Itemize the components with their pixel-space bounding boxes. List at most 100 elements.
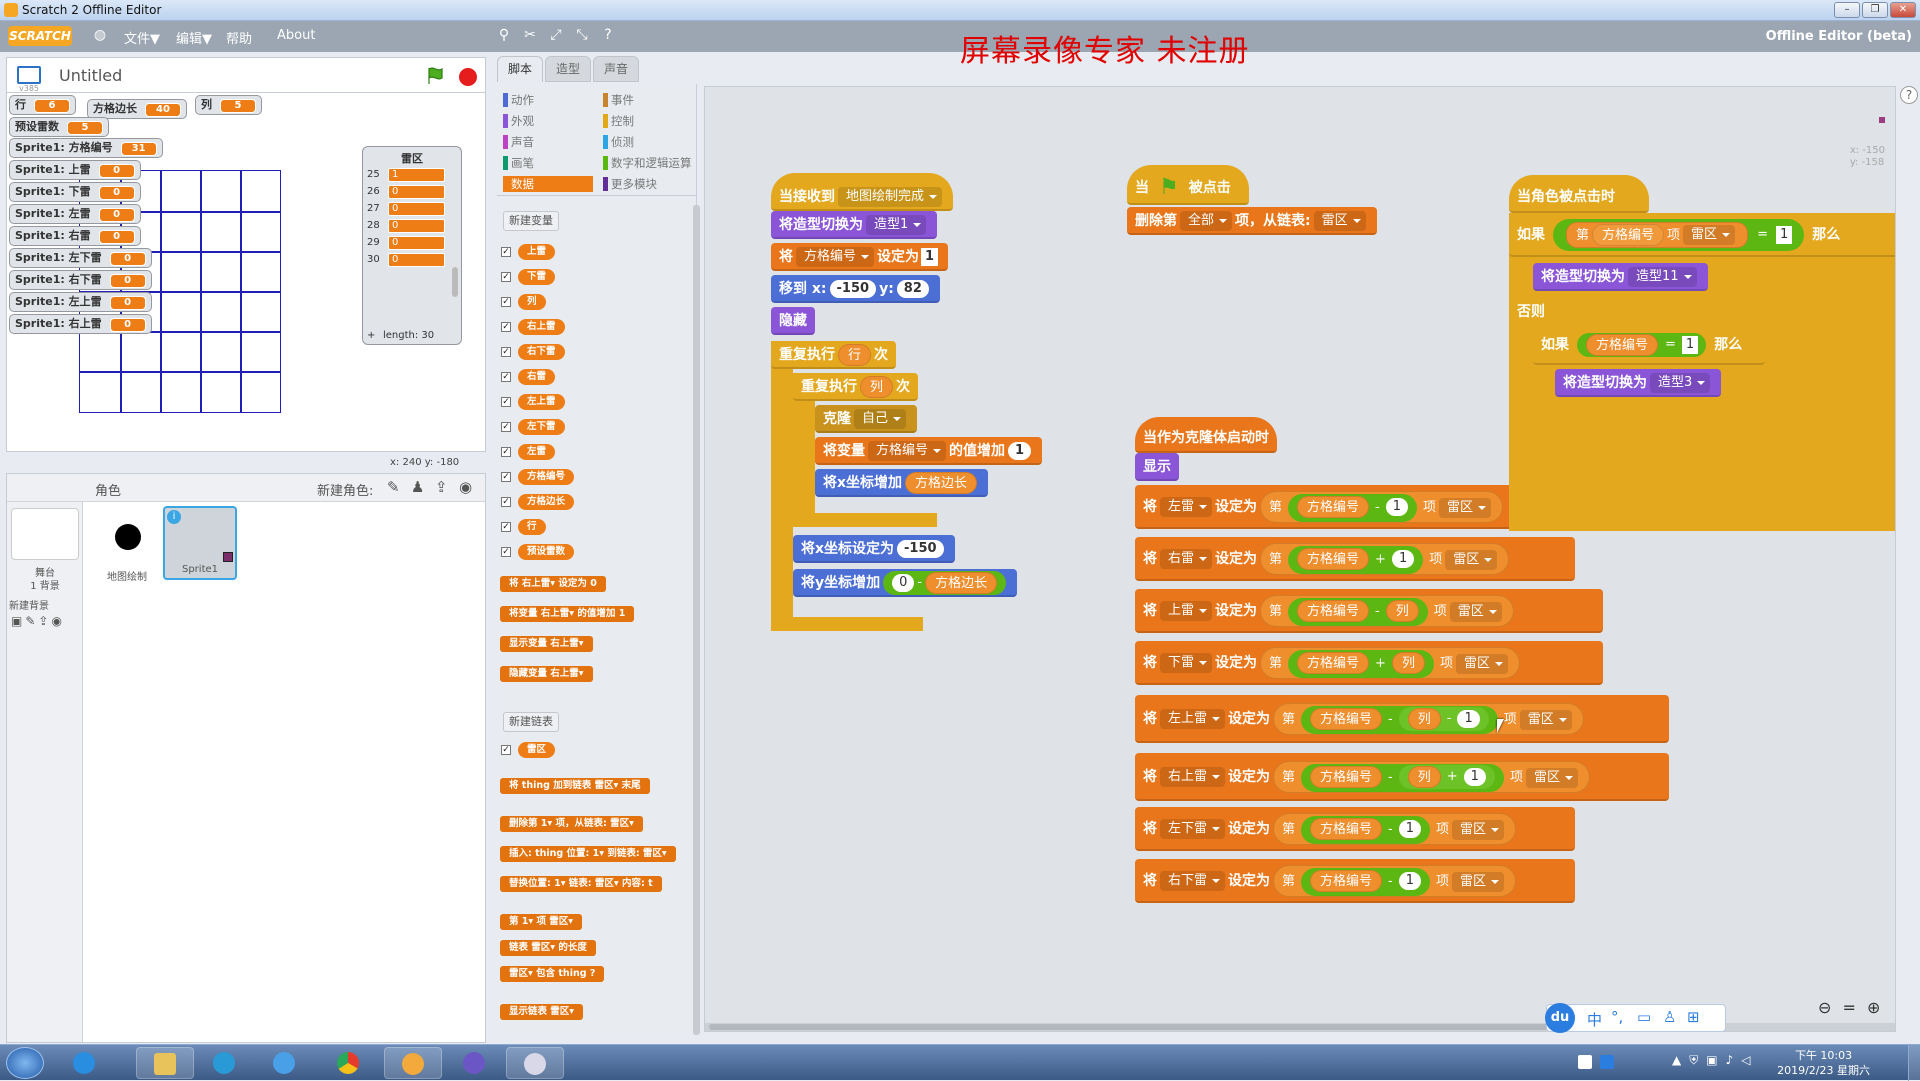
upload-sprite-icon[interactable]: ⇪: [435, 478, 448, 496]
block-input[interactable]: 1: [1008, 442, 1032, 460]
variable-reporter[interactable]: 右下雷: [518, 344, 565, 360]
tab-sounds[interactable]: 声音: [593, 56, 639, 82]
change-variable-block[interactable]: 将变量 方格编号 的值增加 1: [815, 437, 1043, 465]
cell-index-reporter[interactable]: 方格编号: [1297, 652, 1370, 674]
set-x-block[interactable]: 将x坐标设定为 -150: [793, 535, 955, 563]
category-r2[interactable]: 侦测: [603, 134, 634, 150]
tray-status-icons[interactable]: ▲⛨▣♪◁: [1672, 1053, 1758, 1068]
block-input[interactable]: 82: [896, 280, 929, 298]
cell-index-reporter[interactable]: 方格编号: [1310, 708, 1383, 730]
clone-target-dropdown[interactable]: 自己: [854, 409, 907, 429]
scripts-area[interactable]: x: -150 y: -158 当接收到 地图绘制完成 将造型切换为 造型1 将方格编号…: [704, 86, 1896, 1032]
costume-dropdown[interactable]: 造型3: [1650, 373, 1711, 393]
taskbar-clock[interactable]: 下午 10:03 2019/2/23 星期六: [1777, 1048, 1870, 1078]
canvas-h-scrollbar[interactable]: [709, 1024, 1649, 1030]
list-command-block[interactable]: 删除第 1▾ 项，从链表: 雷区▾: [500, 816, 643, 832]
equals-operator[interactable]: 第方格编号项雷区 = 1: [1553, 219, 1805, 251]
list-dropdown[interactable]: 雷区: [1439, 497, 1492, 518]
variable-checkbox[interactable]: ✓: [501, 347, 511, 357]
variable-monitor[interactable]: Sprite1: 右上雷 0: [9, 314, 152, 334]
item-dropdown[interactable]: 全部: [1180, 211, 1233, 231]
number-input[interactable]: 1: [1385, 498, 1409, 516]
green-flag-icon[interactable]: [425, 66, 445, 86]
globe-icon[interactable]: ◍: [92, 27, 108, 43]
duplicate-stamp-icon[interactable]: ⚲: [496, 27, 512, 43]
variable-dropdown[interactable]: 左雷: [1160, 497, 1213, 517]
variable-checkbox[interactable]: ✓: [501, 372, 511, 382]
library-sprite-icon[interactable]: ♟: [411, 478, 424, 496]
variable-monitor[interactable]: Sprite1: 下雷 0: [9, 182, 141, 202]
block-input[interactable]: -150: [829, 280, 877, 298]
palette-scrollbar[interactable]: [693, 205, 700, 1035]
list-command-block[interactable]: 插入: thing 位置: 1▾ 到链表: 雷区▾: [500, 846, 676, 862]
item-of-list-reporter[interactable]: 第方格编号 -1 项雷区: [1260, 491, 1504, 523]
variable-reporter[interactable]: 方格编号: [518, 469, 575, 485]
number-input[interactable]: 1: [1398, 872, 1422, 890]
switch-costume-block-2[interactable]: 将造型切换为 造型3: [1555, 369, 1722, 397]
block-input[interactable]: 0: [892, 573, 915, 592]
when-flag-clicked-hat[interactable]: 当 ⚑ 被点击: [1127, 165, 1249, 205]
list-command-block[interactable]: 链表 雷区▾ 的长度: [500, 940, 596, 956]
variable-monitor[interactable]: 预设雷数 5: [9, 117, 109, 137]
taskbar-paint[interactable]: [506, 1047, 564, 1079]
block-help-icon[interactable]: ?: [600, 27, 616, 43]
math-operator[interactable]: 方格编号 + 列: [1288, 649, 1434, 678]
subtract-operator[interactable]: 0- 方格边长: [883, 571, 1007, 595]
zoom-in-icon[interactable]: ⊕: [1867, 998, 1880, 1017]
variable-checkbox[interactable]: ✓: [501, 397, 511, 407]
category-0[interactable]: 动作: [503, 92, 534, 108]
cell-size-reporter[interactable]: 方格边长: [905, 472, 978, 494]
number-input[interactable]: 1: [1391, 550, 1415, 568]
variable-monitor[interactable]: Sprite1: 左上雷 0: [9, 292, 152, 312]
math-operator[interactable]: 方格编号 - 列 +1: [1301, 763, 1504, 792]
fullscreen-icon[interactable]: [17, 66, 41, 84]
list-dropdown[interactable]: 雷区: [1683, 225, 1736, 245]
variable-checkbox[interactable]: ✓: [501, 422, 511, 432]
switch-costume-block[interactable]: 将造型切换为 造型11: [1533, 263, 1708, 291]
variable-reporter[interactable]: 左雷: [518, 444, 556, 460]
block-input[interactable]: -150: [897, 540, 944, 558]
set-neighbor-mine-block[interactable]: 将右雷 设定为第方格编号 +1 项雷区: [1135, 537, 1575, 581]
variable-dropdown[interactable]: 左上雷: [1160, 709, 1226, 729]
project-title[interactable]: Untitled: [59, 66, 122, 85]
number-input[interactable]: 1: [1775, 225, 1793, 244]
sprite-info-icon[interactable]: i: [167, 510, 181, 524]
variable-reporter[interactable]: 行: [518, 519, 546, 535]
variable-checkbox[interactable]: ✓: [501, 497, 511, 507]
math-operator[interactable]: 方格编号 -1: [1301, 867, 1431, 896]
variable-dropdown[interactable]: 右上雷: [1160, 767, 1226, 787]
tray-baidu-icon[interactable]: [1600, 1055, 1614, 1069]
list-command-block[interactable]: 显示链表 雷区▾: [500, 1004, 584, 1020]
zoom-out-icon[interactable]: ⊖: [1818, 998, 1831, 1017]
sprite-sprite1-selected[interactable]: i Sprite1: [163, 506, 237, 580]
delete-list-item-block[interactable]: 删除第 全部 项，从链表: 雷区: [1127, 207, 1377, 235]
variable-reporter[interactable]: 下雷: [518, 269, 556, 285]
message-dropdown[interactable]: 地图绘制完成: [838, 187, 943, 207]
math-operator-inner[interactable]: 列-1: [1398, 707, 1489, 731]
sprite-map-draw[interactable]: [95, 510, 157, 566]
list-item[interactable]: 25 1: [365, 167, 449, 183]
variable-command-block[interactable]: 隐藏变量 右上雷▾: [500, 666, 593, 682]
math-operator[interactable]: 方格编号 -1: [1288, 493, 1418, 522]
cell-index-reporter[interactable]: 方格编号: [1310, 818, 1383, 840]
set-neighbor-mine-block[interactable]: 将右上雷 设定为第方格编号 - 列 +1 项雷区: [1135, 753, 1669, 801]
variable-dropdown[interactable]: 右下雷: [1160, 871, 1226, 891]
list-dropdown[interactable]: 雷区: [1449, 601, 1502, 622]
cols-reporter[interactable]: 列: [1407, 707, 1441, 730]
cell-size-reporter[interactable]: 方格边长: [925, 571, 998, 594]
hide-block[interactable]: 隐藏: [771, 307, 815, 335]
grow-icon[interactable]: ⤢: [548, 27, 564, 43]
cell-index-reporter[interactable]: 方格编号: [1310, 870, 1383, 892]
item-of-list-reporter[interactable]: 第方格编号 - 列 +1 项雷区: [1273, 761, 1590, 793]
baidu-ime-logo[interactable]: du: [1545, 1003, 1575, 1033]
set-neighbor-mine-block[interactable]: 将左上雷 设定为第方格编号 - 列 -1 项雷区: [1135, 695, 1669, 743]
variable-dropdown[interactable]: 左下雷: [1160, 819, 1226, 839]
taskbar-ie[interactable]: [56, 1047, 114, 1079]
show-block[interactable]: 显示: [1135, 453, 1179, 481]
ime-tools-icon[interactable]: ⊞: [1687, 1008, 1700, 1026]
number-input[interactable]: 1: [1681, 335, 1699, 354]
variable-reporter[interactable]: 左上雷: [518, 394, 565, 410]
if-else-block[interactable]: 如果 第方格编号项雷区 = 1 那么: [1509, 213, 1895, 257]
variable-checkbox[interactable]: ✓: [501, 322, 511, 332]
costume-dropdown[interactable]: 造型11: [1628, 267, 1697, 287]
